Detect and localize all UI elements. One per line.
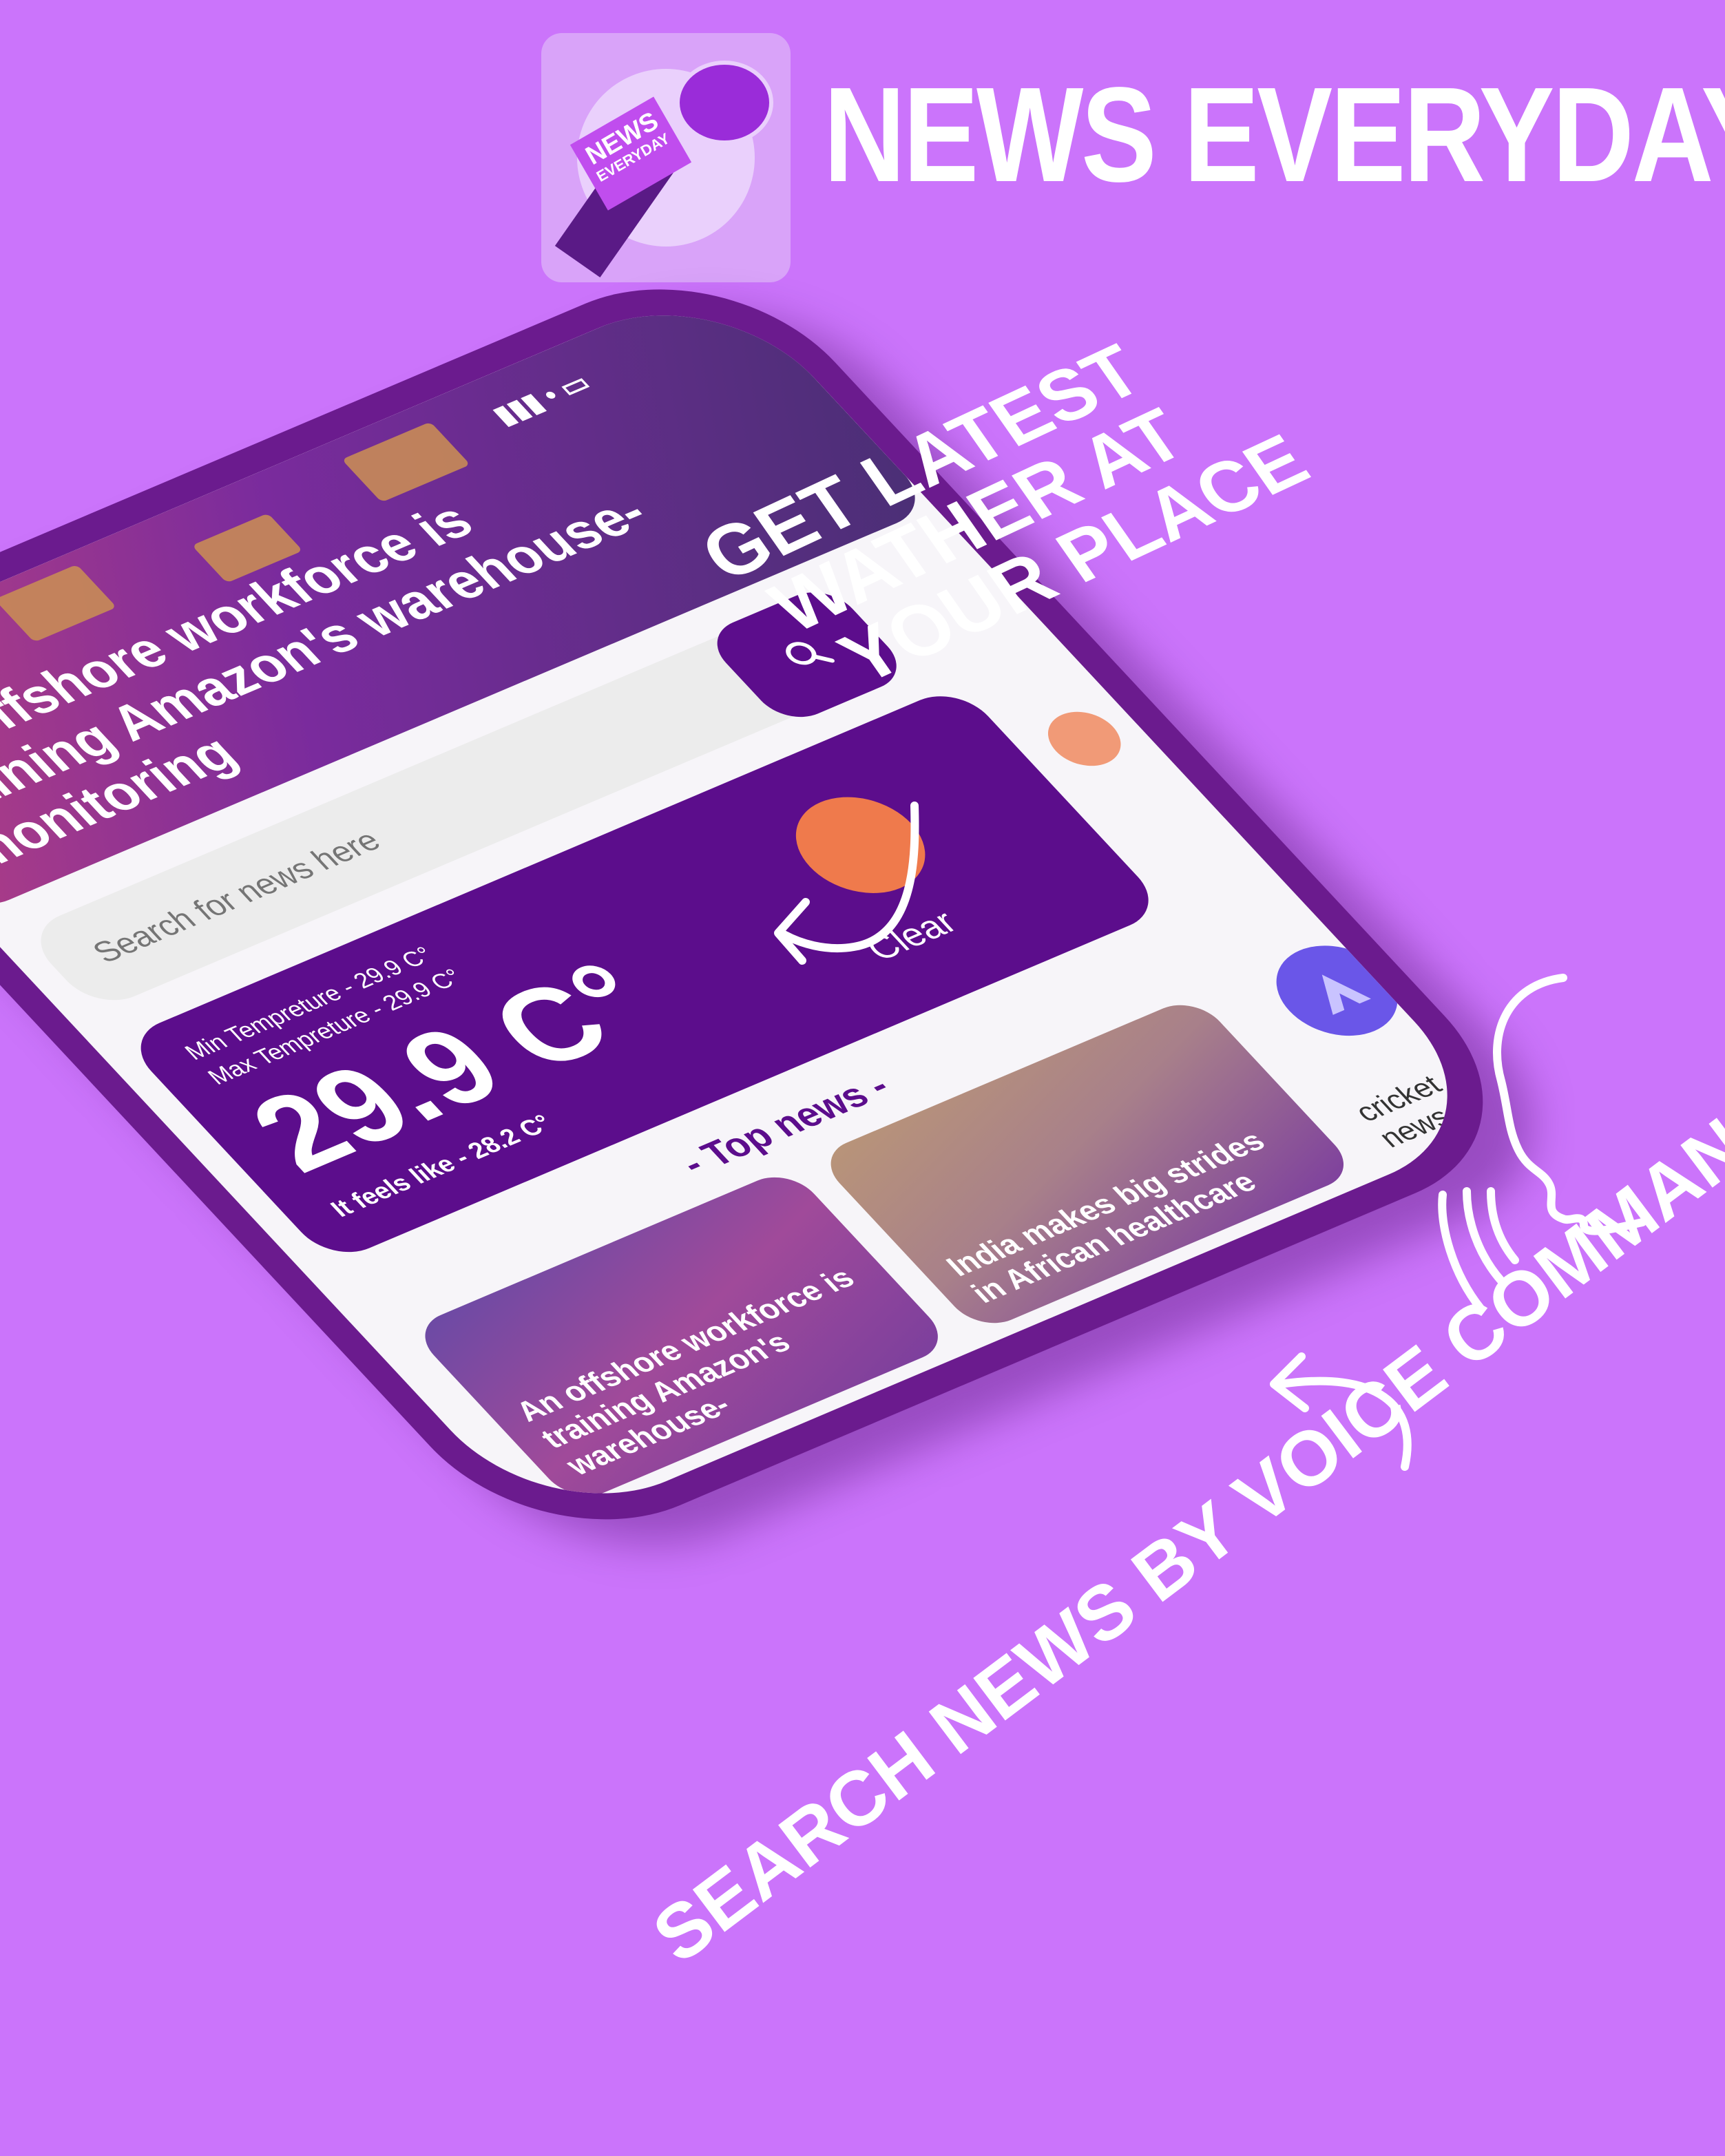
news-card-caption: An offshore workforce is training Amazon… [508, 1262, 862, 1482]
status-bar-icons: ▮▮▮ • ▭ [486, 368, 598, 430]
news-card-caption: India makes big strides in African healt… [939, 1124, 1273, 1310]
app-icon: NEWS EVERYDAY [541, 33, 791, 282]
arrow-weather-icon [774, 802, 919, 965]
voice-assistant-button[interactable] [1252, 930, 1422, 1051]
voice-assistant-icon [1321, 974, 1371, 1015]
arrow-voice-icon [1270, 1352, 1412, 1471]
app-title: NEWS EVERYDAY [824, 59, 1725, 210]
weather-next-card-peek [1033, 702, 1136, 775]
speaking-head-icon [1438, 974, 1646, 1312]
microphone-icon [676, 61, 773, 145]
hero-image-box [0, 564, 117, 642]
